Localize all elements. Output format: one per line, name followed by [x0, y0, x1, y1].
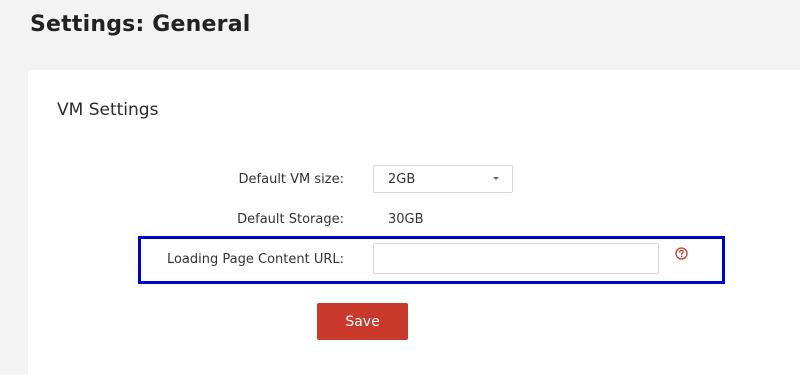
default-vm-size-value: 2GB [388, 172, 416, 187]
page-title: Settings: General [30, 12, 251, 37]
default-vm-size-label: Default VM size: [238, 172, 344, 187]
loading-page-url-label: Loading Page Content URL: [166, 252, 344, 267]
chevron-down-icon [492, 170, 500, 189]
default-storage-label: Default Storage: [237, 212, 344, 227]
default-vm-size-select[interactable]: 2GB [373, 165, 513, 193]
default-storage-value: 30GB [388, 212, 424, 227]
vm-settings-card: VM Settings Default VM size: 2GB Default… [28, 70, 800, 375]
vm-settings-heading: VM Settings [57, 100, 159, 120]
save-button[interactable]: Save [317, 303, 408, 340]
loading-page-url-input[interactable] [373, 243, 659, 274]
question-circle-icon[interactable] [675, 247, 688, 260]
